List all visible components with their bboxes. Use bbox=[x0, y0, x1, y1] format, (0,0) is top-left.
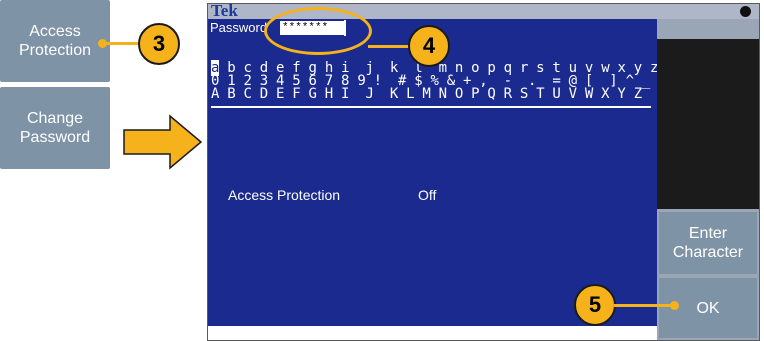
change-password-softkey[interactable]: Change Password bbox=[0, 87, 110, 169]
softkey-label-line1: Access bbox=[29, 23, 81, 40]
callout-3-badge: 3 bbox=[138, 23, 180, 65]
softkey-label-line2: Password bbox=[19, 129, 91, 146]
access-protection-label: Access Protection bbox=[228, 187, 341, 203]
callout-5-badge: 5 bbox=[574, 284, 616, 326]
access-protection-value: Off bbox=[418, 187, 437, 203]
callout-5-anchor-icon bbox=[670, 301, 679, 310]
softkey-label-line2: Character bbox=[672, 244, 744, 261]
enter-character-softkey[interactable]: Enter Character bbox=[659, 212, 757, 274]
access-protection-softkey[interactable]: Access Protection bbox=[0, 0, 110, 82]
password-label: Password bbox=[210, 20, 268, 35]
bottom-strip bbox=[208, 326, 657, 340]
softkey-label-line1: Enter bbox=[688, 225, 728, 242]
status-indicator-icon bbox=[740, 6, 751, 17]
callout-4-leader bbox=[368, 45, 412, 48]
instrument-screen: Tek Password ******* a b c d e f g h i j… bbox=[207, 3, 760, 341]
callout-3-leader bbox=[104, 42, 140, 45]
right-arrow-icon bbox=[123, 114, 203, 170]
empty-softkey-area bbox=[657, 39, 759, 209]
callout-4-badge: 4 bbox=[408, 25, 450, 67]
divider bbox=[211, 106, 651, 108]
softkey-label-line2: Protection bbox=[18, 42, 92, 59]
char-row-upper[interactable]: A B C D E F G H I J K L M N O P Q R S T … bbox=[211, 87, 642, 101]
callout-4-highlight-ellipse bbox=[264, 7, 372, 55]
right-softkey-column: Enter Character OK bbox=[657, 19, 759, 340]
softkey-label-line1: Change bbox=[26, 110, 84, 127]
callout-5-leader bbox=[614, 304, 672, 307]
